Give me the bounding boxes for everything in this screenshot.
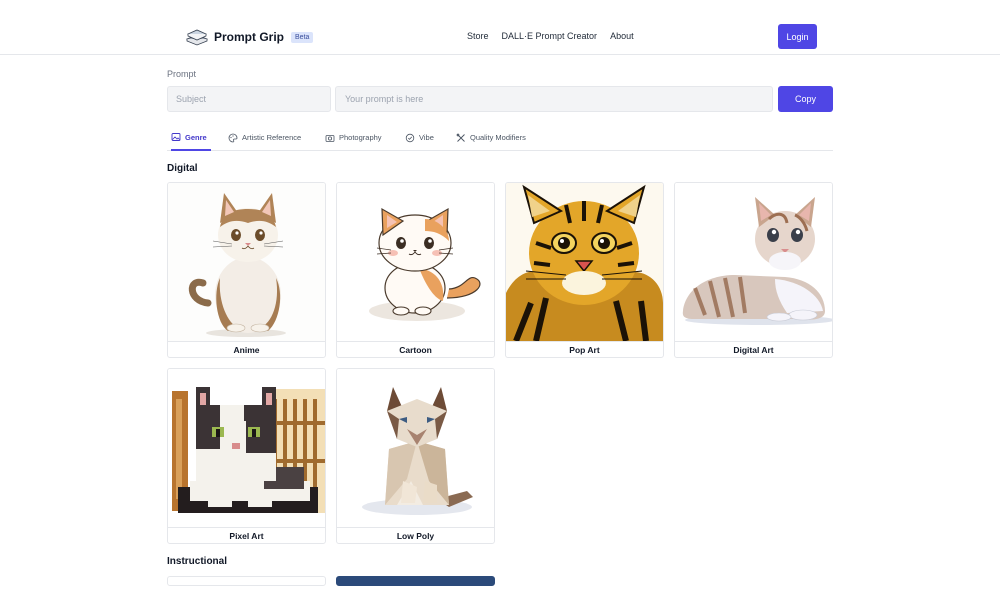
- digital-art-cat-illustration: [675, 183, 832, 341]
- genre-card-pop-art[interactable]: Pop Art: [505, 182, 664, 358]
- tab-artistic-reference[interactable]: Artistic Reference: [228, 125, 301, 150]
- section-title-instructional: Instructional: [167, 556, 228, 567]
- tools-icon: [456, 133, 465, 142]
- genre-card-cartoon[interactable]: Cartoon: [336, 182, 495, 358]
- card-image: [337, 183, 494, 341]
- low-poly-cat-illustration: [337, 369, 494, 527]
- tab-label: Artistic Reference: [242, 133, 302, 142]
- pop-art-cat-illustration: [506, 183, 663, 341]
- card-image: [675, 183, 832, 341]
- cartoon-cat-illustration: [337, 183, 494, 341]
- card-label: Anime: [168, 341, 325, 357]
- brand-name: Prompt Grip: [214, 30, 285, 44]
- anime-cat-illustration: [168, 183, 325, 341]
- genre-card-partial[interactable]: [336, 576, 495, 586]
- tab-label: Quality Modifiers: [470, 133, 526, 142]
- palette-icon: [228, 133, 238, 142]
- card-label: Pixel Art: [168, 527, 325, 543]
- nav-store[interactable]: Store: [467, 31, 489, 41]
- card-image: [337, 369, 494, 527]
- card-label: Cartoon: [337, 341, 494, 357]
- card-image: [168, 369, 325, 527]
- brand-logo[interactable]: Prompt Grip Beta: [185, 26, 314, 48]
- copy-button[interactable]: Copy: [778, 86, 833, 112]
- subject-input[interactable]: [167, 86, 331, 112]
- top-header: Prompt Grip Beta Store DALL·E Prompt Cre…: [0, 0, 1000, 55]
- image-icon: [171, 133, 181, 141]
- tab-quality-modifiers[interactable]: Quality Modifiers: [456, 125, 526, 150]
- genre-card-low-poly[interactable]: Low Poly: [336, 368, 495, 544]
- camera-icon: [325, 134, 335, 142]
- card-image: [168, 183, 325, 341]
- card-image: [506, 183, 663, 341]
- tab-genre[interactable]: Genre: [171, 125, 211, 151]
- login-button[interactable]: Login: [778, 24, 817, 49]
- genre-card-partial[interactable]: [167, 576, 326, 586]
- tab-label: Genre: [185, 132, 207, 142]
- tab-label: Vibe: [419, 133, 434, 142]
- pixel-art-cat-illustration: [168, 369, 325, 527]
- genre-card-pixel-art[interactable]: Pixel Art: [167, 368, 326, 544]
- tab-photography[interactable]: Photography: [325, 125, 382, 150]
- beta-badge: Beta: [291, 31, 314, 43]
- card-label: Low Poly: [337, 527, 494, 543]
- tab-label: Photography: [339, 133, 382, 142]
- genre-card-anime[interactable]: Anime: [167, 182, 326, 358]
- check-circle-icon: [405, 133, 415, 142]
- prompt-input[interactable]: [335, 86, 773, 112]
- prompt-label: Prompt: [167, 69, 197, 79]
- card-label: Pop Art: [506, 341, 663, 357]
- nav-dalle-prompt-creator[interactable]: DALL·E Prompt Creator: [502, 31, 598, 41]
- book-stack-icon: [185, 29, 209, 46]
- section-title-digital: Digital: [167, 163, 198, 174]
- category-tabs: Genre Artistic Reference Photography Vib…: [167, 125, 833, 151]
- main-nav: Store DALL·E Prompt Creator About: [467, 31, 634, 41]
- genre-card-digital-art[interactable]: Digital Art: [674, 182, 833, 358]
- tab-vibe[interactable]: Vibe: [405, 125, 434, 150]
- nav-about[interactable]: About: [610, 31, 634, 41]
- card-label: Digital Art: [675, 341, 832, 357]
